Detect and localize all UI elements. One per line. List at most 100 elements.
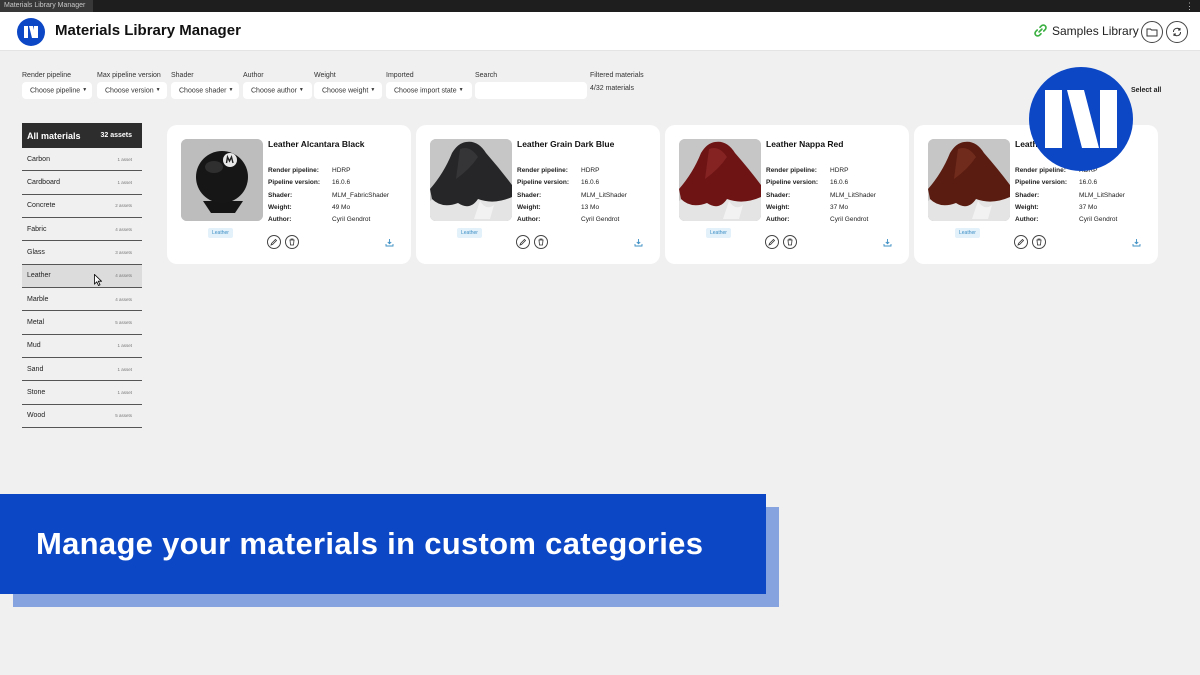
import-state-dropdown[interactable]: Choose import state ▼	[386, 82, 472, 99]
samples-library-label: Samples Library	[1052, 23, 1139, 38]
material-preview-cloth	[928, 139, 1010, 221]
material-name: Leather Grain Dark Blue	[517, 139, 615, 149]
filter-label: Weight	[314, 72, 336, 79]
filter-label: Author	[243, 72, 264, 79]
sidebar-item-fabric[interactable]: Fabric 4 assets	[22, 218, 142, 242]
mlm-logo-overlay-icon	[1029, 67, 1133, 171]
filter-weight: Weight Choose weight ▼	[314, 72, 382, 99]
filter-label: Render pipeline	[22, 72, 72, 79]
category-tag: Leather	[208, 228, 233, 238]
edit-button[interactable]	[516, 235, 530, 249]
caret-down-icon: ▼	[370, 87, 376, 93]
pencil-icon	[270, 238, 278, 246]
trash-icon	[787, 238, 793, 246]
delete-button[interactable]	[285, 235, 299, 249]
category-tag: Leather	[955, 228, 980, 238]
material-properties: Render pipeline: HDRP Pipeline version: 16…	[1015, 167, 1125, 224]
material-preview-cloth	[430, 139, 512, 221]
shader-dropdown[interactable]: Choose shader ▼	[171, 82, 239, 99]
refresh-icon	[1173, 27, 1181, 37]
sidebar-item-carbon[interactable]: Carbon 1 asset	[22, 148, 142, 172]
material-preview-sphere	[181, 139, 263, 221]
pencil-icon	[1017, 238, 1025, 246]
filter-imported: Imported Choose import state ▼	[386, 72, 472, 99]
sidebar-item-stone[interactable]: Stone 1 asset	[22, 381, 142, 405]
filtered-materials: Filtered materials 4/32 materials	[590, 72, 644, 92]
banner-text: Manage your materials in custom categori…	[36, 526, 704, 561]
delete-button[interactable]	[1032, 235, 1046, 249]
weight-dropdown[interactable]: Choose weight ▼	[314, 82, 382, 99]
delete-button[interactable]	[534, 235, 548, 249]
search-input[interactable]	[475, 82, 587, 99]
trash-icon	[1036, 238, 1042, 246]
edit-button[interactable]	[1014, 235, 1028, 249]
select-all-button[interactable]: Select all	[1131, 87, 1161, 94]
filtered-count: 4/32 materials	[590, 85, 634, 92]
category-tag: Leather	[706, 228, 731, 238]
download-icon[interactable]	[1132, 238, 1141, 247]
link-icon	[1034, 24, 1047, 37]
delete-button[interactable]	[783, 235, 797, 249]
material-card[interactable]: Leather Nappa Red Render pipeline: HDRP P…	[665, 125, 909, 264]
mouse-cursor-icon	[94, 273, 102, 286]
filter-author: Author Choose author ▼	[243, 72, 312, 99]
author-dropdown[interactable]: Choose author ▼	[243, 82, 312, 99]
pencil-icon	[768, 238, 776, 246]
version-dropdown[interactable]: Choose version ▼	[97, 82, 167, 99]
sidebar-item-metal[interactable]: Metal 5 assets	[22, 311, 142, 335]
sidebar-item-cardboard[interactable]: Cardboard 1 asset	[22, 171, 142, 195]
categories-sidebar: All materials 32 assets Carbon 1 asset Ca…	[22, 123, 142, 429]
filter-label: Max pipeline version	[97, 72, 161, 79]
material-card[interactable]: Leather Grain Dark Blue Render pipeline:…	[416, 125, 660, 264]
mlm-logo-icon	[17, 18, 45, 46]
material-card[interactable]: Leather Alcantara Black Render pipeline:…	[167, 125, 411, 264]
filters-bar: Render pipeline Choose pipeline ▼ Max pip…	[22, 72, 1182, 102]
samples-library-link[interactable]: Samples Library	[1033, 23, 1139, 38]
trash-icon	[538, 238, 544, 246]
caret-down-icon: ▼	[458, 87, 464, 93]
filter-search: Search	[475, 72, 587, 99]
material-properties: Render pipeline: HDRP Pipeline version: 16…	[268, 167, 390, 224]
trash-icon	[289, 238, 295, 246]
download-icon[interactable]	[883, 238, 892, 247]
filter-max-version: Max pipeline version Choose version ▼	[97, 72, 167, 99]
category-tag: Leather	[457, 228, 482, 238]
filtered-label: Filtered materials	[590, 72, 644, 79]
sidebar-item-leather[interactable]: Leather 4 assets	[22, 264, 142, 289]
pencil-icon	[519, 238, 527, 246]
sidebar-item-mud[interactable]: Mud 1 asset	[22, 335, 142, 359]
material-preview-cloth	[679, 139, 761, 221]
window-titlebar: Materials Library Manager ⋮	[0, 0, 1200, 12]
sidebar-item-concrete[interactable]: Concrete 2 assets	[22, 195, 142, 219]
filter-render-pipeline: Render pipeline Choose pipeline ▼	[22, 72, 92, 99]
more-options-icon[interactable]: ⋮	[1185, 0, 1194, 12]
material-name: Leather Nappa Red	[766, 139, 844, 149]
download-icon[interactable]	[385, 238, 394, 247]
filter-label: Imported	[386, 72, 414, 79]
filter-label: Shader	[171, 72, 194, 79]
edit-button[interactable]	[765, 235, 779, 249]
refresh-button[interactable]	[1166, 21, 1188, 43]
app-title: Materials Library Manager	[55, 22, 241, 39]
sidebar-item-glass[interactable]: Glass 3 assets	[22, 241, 142, 265]
sidebar-item-all-materials[interactable]: All materials 32 assets	[22, 123, 142, 148]
app-header: Materials Library Manager Samples Librar…	[0, 12, 1200, 51]
download-icon[interactable]	[634, 238, 643, 247]
sidebar-item-sand[interactable]: Sand 1 asset	[22, 358, 142, 382]
material-properties: Render pipeline: HDRP Pipeline version: 16…	[766, 167, 876, 224]
caret-down-icon: ▼	[155, 87, 161, 93]
material-name: Leather Alcantara Black	[268, 139, 365, 149]
edit-button[interactable]	[267, 235, 281, 249]
sidebar-item-wood[interactable]: Wood 5 assets	[22, 405, 142, 429]
pipeline-dropdown[interactable]: Choose pipeline ▼	[22, 82, 92, 99]
folder-icon	[1146, 28, 1158, 37]
caret-down-icon: ▼	[298, 87, 304, 93]
caret-down-icon: ▼	[228, 87, 234, 93]
material-properties: Render pipeline: HDRP Pipeline version: 16…	[517, 167, 627, 224]
search-label: Search	[475, 72, 498, 79]
window-tab[interactable]: Materials Library Manager	[0, 0, 93, 12]
filter-shader: Shader Choose shader ▼	[171, 72, 239, 99]
sidebar-item-marble[interactable]: Marble 4 assets	[22, 288, 142, 312]
caret-down-icon: ▼	[82, 87, 88, 93]
open-folder-button[interactable]	[1141, 21, 1163, 43]
